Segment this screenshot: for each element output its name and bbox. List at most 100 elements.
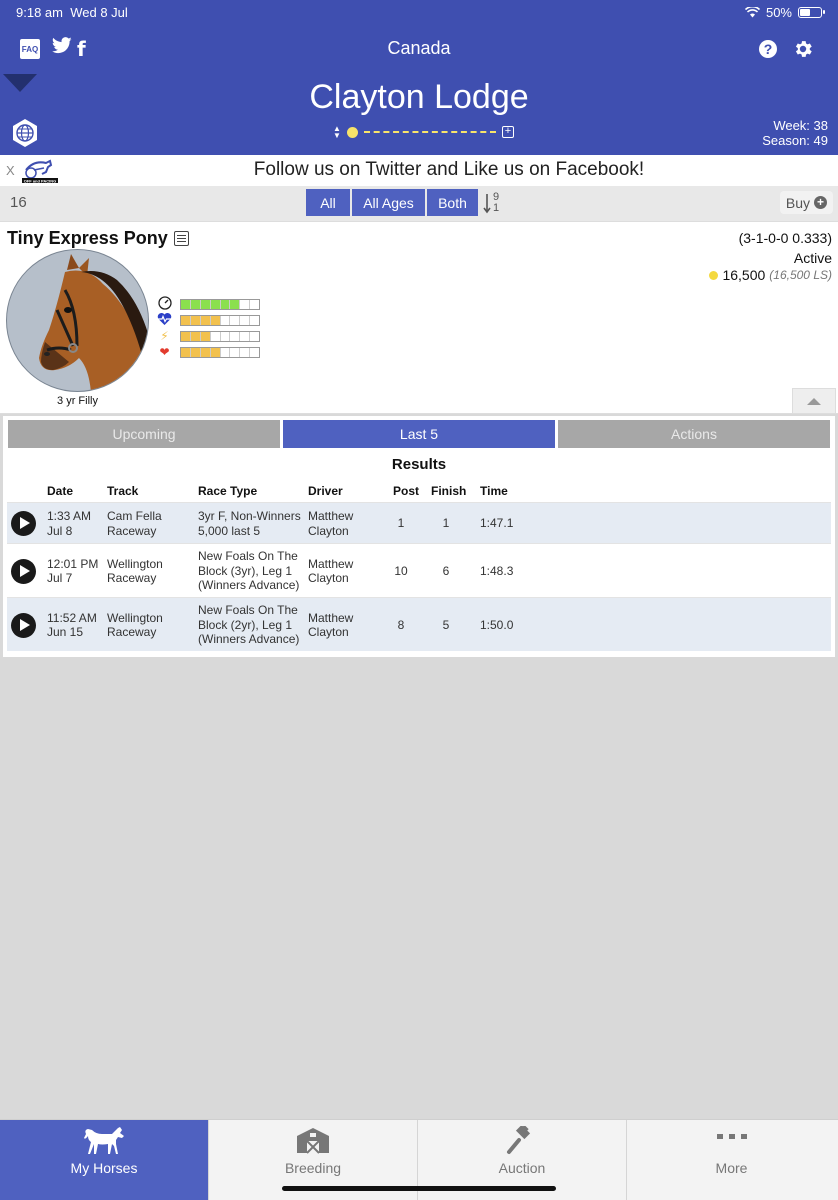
bar-segment bbox=[221, 315, 231, 325]
timeline-track bbox=[363, 131, 496, 133]
filter-all-button[interactable]: All bbox=[306, 189, 350, 216]
bar-segment bbox=[240, 331, 251, 341]
filter-sex-button[interactable]: Both bbox=[427, 189, 478, 216]
earnings-lifetime: (16,500 LS) bbox=[769, 268, 832, 282]
tab-actions[interactable]: Actions bbox=[558, 420, 830, 448]
cell-line: Block (2yr), Leg 1 bbox=[198, 617, 293, 632]
bar-segment bbox=[240, 315, 251, 325]
bar-segment bbox=[240, 347, 251, 357]
col-date: Date bbox=[47, 484, 74, 498]
play-icon[interactable] bbox=[11, 511, 36, 536]
play-icon[interactable] bbox=[11, 558, 36, 584]
cell-finish: 1 bbox=[442, 516, 450, 531]
collapse-button[interactable] bbox=[792, 388, 836, 414]
table-row[interactable]: 11:52 AM Jun 15 Wellington Raceway New Foals… bbox=[7, 597, 831, 651]
close-banner-button[interactable]: X bbox=[6, 163, 15, 178]
cell-line: Matthew bbox=[308, 556, 354, 571]
svg-text:OFF and PACING: OFF and PACING bbox=[24, 178, 57, 183]
bar-segment bbox=[230, 299, 241, 309]
horse-avatar[interactable] bbox=[6, 249, 149, 392]
battery-percent: 50% bbox=[765, 5, 792, 20]
cell-track: Wellington Raceway bbox=[107, 611, 163, 640]
bar-segment bbox=[210, 347, 221, 357]
tab-upcoming[interactable]: Upcoming bbox=[8, 420, 280, 448]
bar-segment bbox=[210, 315, 221, 325]
bar-segment bbox=[181, 315, 191, 325]
tab-more[interactable]: More bbox=[627, 1120, 836, 1200]
horse-name-row: Tiny Express Pony bbox=[7, 228, 189, 249]
cell-finish: 6 bbox=[442, 563, 450, 578]
cell-line: Clayton bbox=[308, 625, 349, 639]
stamina-icon bbox=[157, 312, 172, 329]
stat-stamina bbox=[157, 312, 260, 329]
cell-race: New Foals On The Block (3yr), Leg 1 (Winne… bbox=[198, 549, 299, 593]
bar-segment bbox=[250, 316, 259, 325]
energy-bar bbox=[180, 330, 260, 342]
expand-plus-icon[interactable]: + bbox=[501, 126, 514, 138]
cell-driver: Matthew Clayton bbox=[308, 557, 353, 586]
sun-icon bbox=[346, 126, 358, 138]
bar-segment bbox=[240, 299, 251, 309]
bar-segment bbox=[190, 347, 201, 357]
bar-segment bbox=[230, 331, 241, 341]
cell-driver: Matthew Clayton bbox=[308, 509, 353, 538]
cell-post: 8 bbox=[397, 617, 405, 632]
bar-segment bbox=[181, 347, 191, 357]
tab-last-5[interactable]: Last 5 bbox=[283, 420, 555, 448]
bar-segment bbox=[181, 331, 191, 341]
earnings-value: 16,500 bbox=[722, 267, 766, 283]
cell-post: 1 bbox=[397, 516, 405, 531]
cell-line: New Foals On The bbox=[198, 603, 298, 618]
cell-line: 11:52 AM bbox=[47, 610, 97, 625]
table-row[interactable]: 1:33 AM Jul 8 Cam Fella Raceway 3yr F, Non-W… bbox=[7, 502, 831, 543]
cell-date: 11:52 AM Jun 15 bbox=[47, 611, 97, 640]
horse-name: Tiny Express Pony bbox=[7, 228, 168, 248]
gear-icon[interactable] bbox=[792, 38, 814, 60]
col-time: Time bbox=[480, 484, 508, 498]
banner-text: Follow us on Twitter and Like us on Face… bbox=[253, 159, 645, 180]
notes-icon[interactable] bbox=[173, 231, 189, 246]
stable-name: Clayton Lodge bbox=[309, 78, 529, 116]
cell-line: Matthew bbox=[308, 610, 354, 625]
cell-line: (Winners Advance) bbox=[198, 632, 300, 647]
home-indicator[interactable] bbox=[282, 1186, 556, 1191]
cell-line: New Foals On The bbox=[198, 549, 298, 564]
tab-my-horses[interactable]: My Horses bbox=[0, 1120, 209, 1200]
cell-line: Cam Fella bbox=[107, 509, 162, 523]
help-icon[interactable]: ? bbox=[759, 40, 777, 58]
barn-icon bbox=[297, 1128, 329, 1154]
col-track: Track bbox=[107, 484, 139, 498]
bar-segment bbox=[250, 348, 259, 357]
bar-segment bbox=[250, 300, 259, 309]
play-icon[interactable] bbox=[11, 612, 36, 638]
col-finish: Finish bbox=[431, 484, 467, 498]
cell-line: Block (3yr), Leg 1 bbox=[198, 563, 293, 578]
globe-icon[interactable] bbox=[10, 118, 40, 148]
cell-line: Raceway bbox=[107, 523, 157, 538]
bar-segment bbox=[220, 299, 231, 309]
energy-icon: ⚡ bbox=[160, 329, 169, 343]
speed-icon bbox=[157, 295, 172, 313]
buy-button[interactable]: Buy + bbox=[779, 191, 833, 214]
promo-banner[interactable]: X OFF and PACING Follow us on Twitter an… bbox=[0, 155, 838, 186]
off-and-pacing-logo: OFF and PACING bbox=[22, 159, 58, 183]
up-down-arrow-icon[interactable]: ▲ ▼ bbox=[333, 125, 341, 140]
col-race-type: Race Type bbox=[198, 484, 258, 498]
cell-line: Clayton bbox=[308, 571, 349, 585]
cell-post: 10 bbox=[394, 563, 408, 578]
cell-finish: 5 bbox=[442, 617, 450, 632]
season-timeline[interactable]: ▲ ▼ + bbox=[333, 125, 514, 140]
gavel-icon bbox=[507, 1126, 531, 1154]
cell-line: Jun 15 bbox=[47, 625, 84, 639]
filter-ages-button[interactable]: All Ages bbox=[352, 189, 425, 216]
bar-segment bbox=[200, 347, 211, 357]
bar-segment bbox=[200, 315, 211, 325]
horse-card[interactable]: Tiny Express Pony 3 yr Filly ⚡ ❤ (3-1-0-… bbox=[0, 221, 838, 414]
race-record: (3-1-0-0 0.333) bbox=[738, 230, 832, 246]
cell-line: 5,000 last 5 bbox=[198, 523, 261, 538]
cell-line: Raceway bbox=[107, 625, 157, 639]
table-row[interactable]: 12:01 PM Jul 7 Wellington Raceway New Foals … bbox=[7, 543, 831, 597]
season-label: Season: 49 bbox=[762, 133, 828, 148]
cell-date: 12:01 PM Jul 7 bbox=[47, 557, 98, 586]
cell-date: 1:33 AM Jul 8 bbox=[47, 509, 91, 538]
